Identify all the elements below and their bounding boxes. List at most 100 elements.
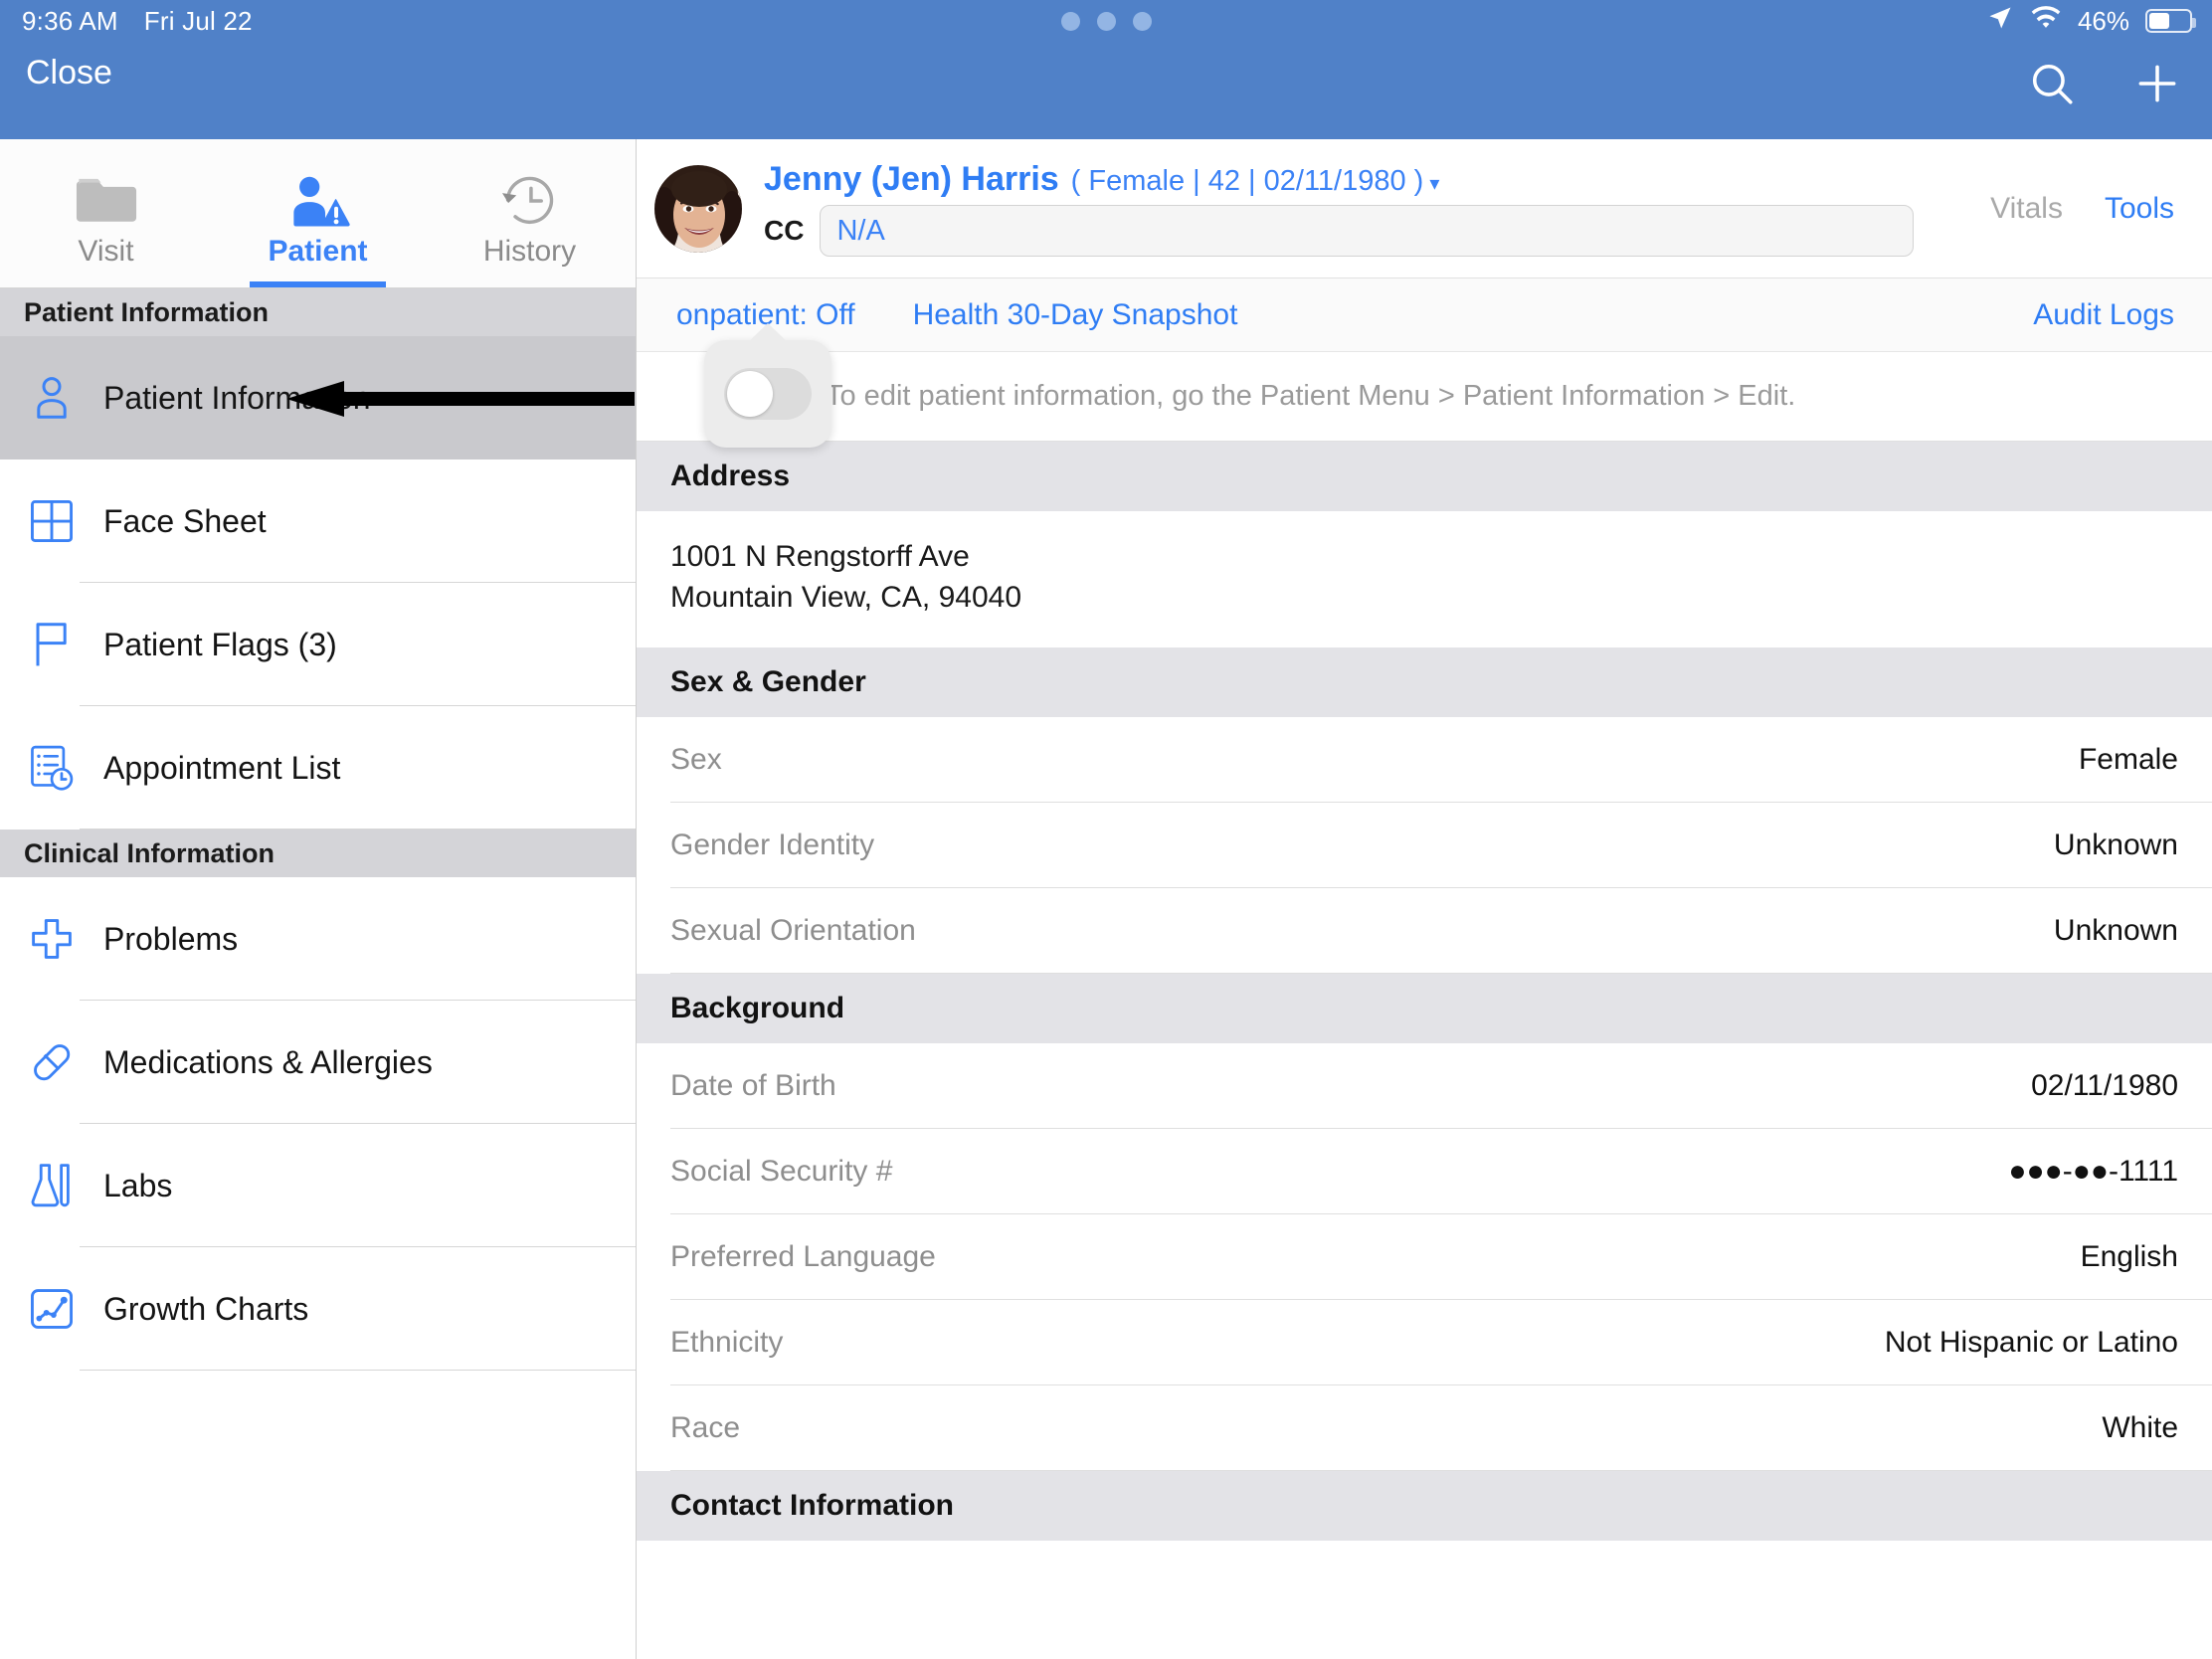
patient-name[interactable]: Jenny (Jen) Harris <box>764 160 1059 199</box>
chief-complaint-input[interactable] <box>820 205 1915 257</box>
add-plus-icon[interactable] <box>2132 59 2182 113</box>
row-value: Female <box>2078 743 2178 776</box>
section-header-sex-gender: Sex & Gender <box>637 647 2212 717</box>
tab-visit-label: Visit <box>78 234 134 268</box>
sidebar-section-clinical-information: Clinical Information <box>0 830 636 877</box>
status-date: Fri Jul 22 <box>143 5 253 36</box>
row-value: Unknown <box>2053 829 2178 861</box>
section-header-address: Address <box>637 442 2212 511</box>
grid-icon <box>24 498 80 544</box>
table-row: Preferred Language English <box>637 1214 2212 1300</box>
person-outline-icon <box>24 374 80 422</box>
growth-chart-icon <box>24 1286 80 1332</box>
location-arrow-icon <box>1986 4 2014 39</box>
table-row: Sex Female <box>637 717 2212 803</box>
row-key: Gender Identity <box>670 829 875 861</box>
search-icon[interactable] <box>2027 59 2077 113</box>
patient-detail-panel: Jenny (Jen) Harris ( Female | 42 | 02/11… <box>637 139 2212 1659</box>
row-key: Race <box>670 1411 741 1444</box>
battery-icon <box>2145 9 2196 33</box>
vitals-link[interactable]: Vitals <box>1990 192 2063 226</box>
address-line-1: 1001 N Rengstorff Ave <box>670 540 970 573</box>
audit-logs-link[interactable]: Audit Logs <box>2033 298 2174 332</box>
tab-patient-label: Patient <box>268 234 368 268</box>
patient-name-line: Jenny (Jen) Harris ( Female | 42 | 02/11… <box>764 160 1960 199</box>
onpatient-toggle-popover <box>704 340 831 448</box>
sidebar-item-patient-information[interactable]: Patient Information <box>0 336 636 460</box>
tools-link[interactable]: Tools <box>2105 192 2174 226</box>
sidebar-item-label: Labs <box>103 1167 173 1203</box>
table-row: Social Security # ●●●-●●-1111 <box>637 1129 2212 1214</box>
edit-hint-text: To edit patient information, go the Pati… <box>826 380 1796 412</box>
sidebar-item-label: Medications & Allergies <box>103 1043 433 1080</box>
tab-visit[interactable]: Visit <box>0 139 212 287</box>
topbar-action-icons <box>2027 42 2182 129</box>
top-blue-bar: 9:36 AM Fri Jul 22 46% Close <box>0 0 2212 139</box>
status-bar: 9:36 AM Fri Jul 22 46% <box>0 0 2212 42</box>
sidebar-item-problems[interactable]: Problems <box>0 877 636 1001</box>
row-key: Ethnicity <box>670 1326 784 1359</box>
address-line-2: Mountain View, CA, 94040 <box>670 580 1022 614</box>
sidebar-item-label: Patient Information <box>103 379 371 416</box>
wifi-icon <box>2030 5 2062 38</box>
sidebar-item-patient-flags[interactable]: Patient Flags (3) <box>0 583 636 706</box>
sidebar-item-medications-allergies[interactable]: Medications & Allergies <box>0 1001 636 1124</box>
chief-complaint-row: CC <box>764 205 1960 257</box>
tab-bar: Visit Patient History <box>0 139 636 288</box>
row-value: 02/11/1980 <box>2031 1069 2178 1102</box>
health-snapshot-link[interactable]: Health 30-Day Snapshot <box>913 298 1238 332</box>
app-root: 9:36 AM Fri Jul 22 46% Close Visit Patie… <box>0 0 2212 1659</box>
patient-demographics[interactable]: ( Female | 42 | 02/11/1980 ) <box>1071 165 1424 198</box>
row-key: Date of Birth <box>670 1069 836 1102</box>
pill-icon <box>24 1039 80 1085</box>
clock-history-icon <box>499 167 561 229</box>
sidebar-item-label: Face Sheet <box>103 502 267 539</box>
tab-history-label: History <box>482 234 577 268</box>
sidebar-item-appointment-list[interactable]: Appointment List <box>0 706 636 830</box>
row-value: Unknown <box>2053 914 2178 947</box>
table-row: Sexual Orientation Unknown <box>637 888 2212 974</box>
chief-complaint-label: CC <box>764 215 805 246</box>
flask-icon <box>24 1162 80 1209</box>
left-navigation-panel: Visit Patient History Patient Informatio… <box>0 139 637 1659</box>
edit-hint-row: To edit patient information, go the Pati… <box>637 352 2212 442</box>
multitasking-dots-icon <box>0 0 2212 42</box>
patient-avatar[interactable] <box>654 164 742 253</box>
row-value: Not Hispanic or Latino <box>1884 1326 2178 1359</box>
sidebar-item-label: Patient Flags (3) <box>103 626 337 662</box>
flag-icon <box>24 620 80 669</box>
row-value: White <box>2102 1411 2178 1444</box>
tab-history[interactable]: History <box>424 139 636 287</box>
table-row: Race White <box>637 1385 2212 1471</box>
status-time: 9:36 AM <box>22 5 118 36</box>
status-bar-right: 46% <box>1986 0 2196 42</box>
cross-icon <box>24 916 80 962</box>
person-warning-icon <box>285 167 351 229</box>
onpatient-toggle-switch[interactable] <box>724 368 812 420</box>
close-button[interactable]: Close <box>20 44 118 101</box>
patient-header: Jenny (Jen) Harris ( Female | 42 | 02/11… <box>637 139 2212 278</box>
status-bar-left: 9:36 AM Fri Jul 22 <box>22 6 253 37</box>
table-row: Gender Identity Unknown <box>637 803 2212 888</box>
sidebar-item-face-sheet[interactable]: Face Sheet <box>0 460 636 583</box>
row-key: Sex <box>670 743 722 776</box>
row-value-masked-ssn: ●●●-●●-1111 <box>2008 1155 2178 1188</box>
table-row: Ethnicity Not Hispanic or Latino <box>637 1300 2212 1385</box>
row-key: Social Security # <box>670 1155 893 1188</box>
section-header-background: Background <box>637 974 2212 1043</box>
patient-toolbar: onpatient: Off Health 30-Day Snapshot Au… <box>637 278 2212 448</box>
tab-patient[interactable]: Patient <box>212 139 424 287</box>
row-key: Sexual Orientation <box>670 914 916 947</box>
section-header-contact-information: Contact Information <box>637 1471 2212 1541</box>
table-row: Date of Birth 02/11/1980 <box>637 1043 2212 1129</box>
row-value: English <box>2080 1240 2178 1273</box>
sidebar-section-patient-information: Patient Information <box>0 288 636 336</box>
chevron-down-icon[interactable]: ▾ <box>1429 171 1439 196</box>
patient-identity: Jenny (Jen) Harris ( Female | 42 | 02/11… <box>764 160 1960 257</box>
row-key: Preferred Language <box>670 1240 936 1273</box>
sidebar-item-growth-charts[interactable]: Growth Charts <box>0 1247 636 1371</box>
folder-icon <box>76 167 137 229</box>
sidebar-item-labs[interactable]: Labs <box>0 1124 636 1247</box>
sidebar-item-label: Appointment List <box>103 749 341 786</box>
sidebar-item-label: Problems <box>103 920 239 957</box>
